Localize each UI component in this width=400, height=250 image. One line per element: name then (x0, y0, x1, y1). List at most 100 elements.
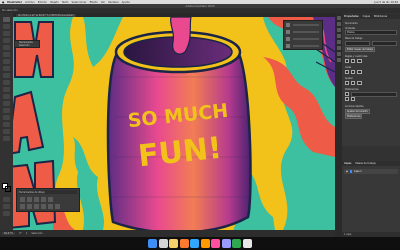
hand-tool-icon[interactable] (3, 129, 10, 134)
pen-tool-icon[interactable] (3, 31, 10, 36)
float-panel-icon-1[interactable] (286, 23, 290, 27)
rulers-label: Reglas y cuadrículas (345, 54, 368, 58)
rectangle-tool-icon[interactable] (3, 52, 10, 57)
preview-checkbox[interactable] (345, 91, 350, 97)
scale-tool-icon[interactable] (3, 87, 10, 92)
ruler-toggle-icon[interactable] (345, 58, 350, 64)
brushes-panel-icon[interactable] (336, 28, 341, 32)
float-panel-icon-3[interactable] (286, 37, 290, 41)
tools-panel (0, 13, 13, 237)
type-tool-icon[interactable] (3, 38, 10, 43)
flyout-pencil-icon[interactable] (41, 197, 46, 202)
shape-builder-tool-icon[interactable] (3, 101, 10, 106)
transparency-panel-icon[interactable] (336, 52, 341, 56)
dock-app-icon[interactable] (169, 239, 179, 248)
flyout-rect-icon[interactable] (20, 204, 25, 209)
selection-flyout[interactable]: Herramienta Selección (14, 40, 40, 48)
grid-toggle-icon[interactable] (351, 58, 356, 64)
layer-name[interactable]: Capa 1 (354, 170, 362, 173)
drawing-flyout-tools (20, 197, 53, 202)
flyout-arc-icon[interactable] (55, 204, 60, 209)
color-panel-icon[interactable] (336, 16, 341, 20)
preferences-options-row (345, 91, 397, 97)
snap-label: Ajustar (345, 76, 353, 80)
smart-guides-icon[interactable] (357, 69, 362, 75)
keyboard-increment-field[interactable] (351, 91, 397, 97)
drawing-tools-flyout[interactable]: Herramientas de dibujo (16, 188, 80, 212)
dock-app-icon[interactable] (200, 239, 210, 248)
direct-selection-tool-icon[interactable] (3, 24, 10, 29)
draw-mode-icon[interactable] (3, 197, 10, 202)
layer-row[interactable]: ◉ Capa 1 (344, 169, 398, 174)
stroke-panel-icon[interactable] (336, 40, 341, 44)
dock-app-icon[interactable] (190, 239, 200, 248)
gradient-tool-icon[interactable] (3, 108, 10, 113)
units-select[interactable]: Píxeles (345, 29, 397, 35)
artboard-tool-icon[interactable] (3, 122, 10, 127)
float-panel-icon-4[interactable] (286, 44, 290, 48)
float-panel-icon-2[interactable] (286, 30, 290, 34)
flyout-line-icon[interactable] (48, 204, 53, 209)
artboard-width-field[interactable] (345, 40, 370, 46)
preferences-button[interactable]: Preferencias (345, 113, 363, 119)
dock-app-icon[interactable] (158, 239, 168, 248)
dock-app-icon[interactable] (148, 239, 158, 248)
tab-properties[interactable]: Propiedades (344, 15, 359, 18)
tab-artboards[interactable]: Mesas de trabajo (355, 162, 376, 165)
eyedropper-tool-icon[interactable] (3, 115, 10, 120)
swatches-panel-icon[interactable] (336, 22, 341, 26)
dock-app-icon[interactable] (179, 239, 189, 248)
rulers-row: Reglas y cuadrículas (345, 54, 397, 58)
drawing-flyout-tools-row2 (20, 204, 60, 209)
transparency-grid-icon[interactable] (357, 58, 362, 64)
artboard-number[interactable]: 1 (26, 232, 28, 235)
flyout-curvature-icon[interactable] (27, 197, 32, 202)
eraser-tool-icon[interactable] (3, 73, 10, 78)
flyout-pen-icon[interactable] (20, 197, 25, 202)
flyout-brush-icon[interactable] (34, 197, 39, 202)
zoom-tool-icon[interactable] (3, 136, 10, 141)
dock-app-icon[interactable] (221, 239, 231, 248)
selection-tool-icon[interactable] (3, 17, 10, 22)
dock-app-icon[interactable] (211, 239, 221, 248)
snap-pixel-icon[interactable] (357, 80, 362, 86)
float-panel-row-3 (293, 38, 319, 40)
snap-point-icon[interactable] (345, 80, 350, 86)
show-guides-icon[interactable] (345, 69, 350, 75)
paintbrush-tool-icon[interactable] (3, 59, 10, 64)
pencil-tool-icon[interactable] (3, 66, 10, 71)
tab-libraries[interactable]: Bibliotecas (374, 15, 387, 18)
floating-tools-panel[interactable] (283, 20, 323, 50)
stroke-swatch[interactable] (5, 186, 11, 192)
flyout-shaper-icon[interactable] (48, 197, 53, 202)
tab-layers[interactable]: Capas (363, 15, 370, 18)
lock-guides-icon[interactable] (351, 69, 356, 75)
line-tool-icon[interactable] (3, 45, 10, 50)
dock-app-icon[interactable] (242, 239, 252, 248)
layer-visibility-icon[interactable]: ◉ (346, 170, 348, 173)
panel-icon-strip (335, 13, 342, 237)
guides-row: Guías (345, 65, 397, 69)
preferences-options-row2 (345, 96, 397, 102)
flyout-star-icon[interactable] (41, 204, 46, 209)
width-tool-icon[interactable] (3, 94, 10, 99)
zoom-level[interactable]: 66,67% (2, 232, 16, 235)
edit-toolbar-icon[interactable] (3, 211, 10, 216)
document-setup-button[interactable]: Ajustar documento (345, 108, 370, 114)
edit-artboards-button[interactable]: Editar mesas de trabajo (345, 46, 376, 52)
dock-app-icon[interactable] (232, 239, 242, 248)
symbols-panel-icon[interactable] (336, 34, 341, 38)
scale-corners-checkbox[interactable] (345, 96, 350, 102)
screen-mode-icon[interactable] (3, 204, 10, 209)
artboard-height-field[interactable] (372, 40, 397, 46)
rotate-tool-icon[interactable] (3, 80, 10, 85)
snap-grid-icon[interactable] (351, 80, 356, 86)
gradient-panel-icon[interactable] (336, 46, 341, 50)
scale-strokes-checkbox[interactable] (351, 96, 356, 102)
layers-tab-bar: Capas Mesas de trabajo (342, 161, 400, 166)
tab-capas[interactable]: Capas (344, 162, 351, 165)
flyout-polygon-icon[interactable] (34, 204, 39, 209)
appearance-panel-icon[interactable] (336, 58, 341, 62)
rotation-value[interactable]: 0° (19, 232, 22, 235)
flyout-ellipse-icon[interactable] (27, 204, 32, 209)
